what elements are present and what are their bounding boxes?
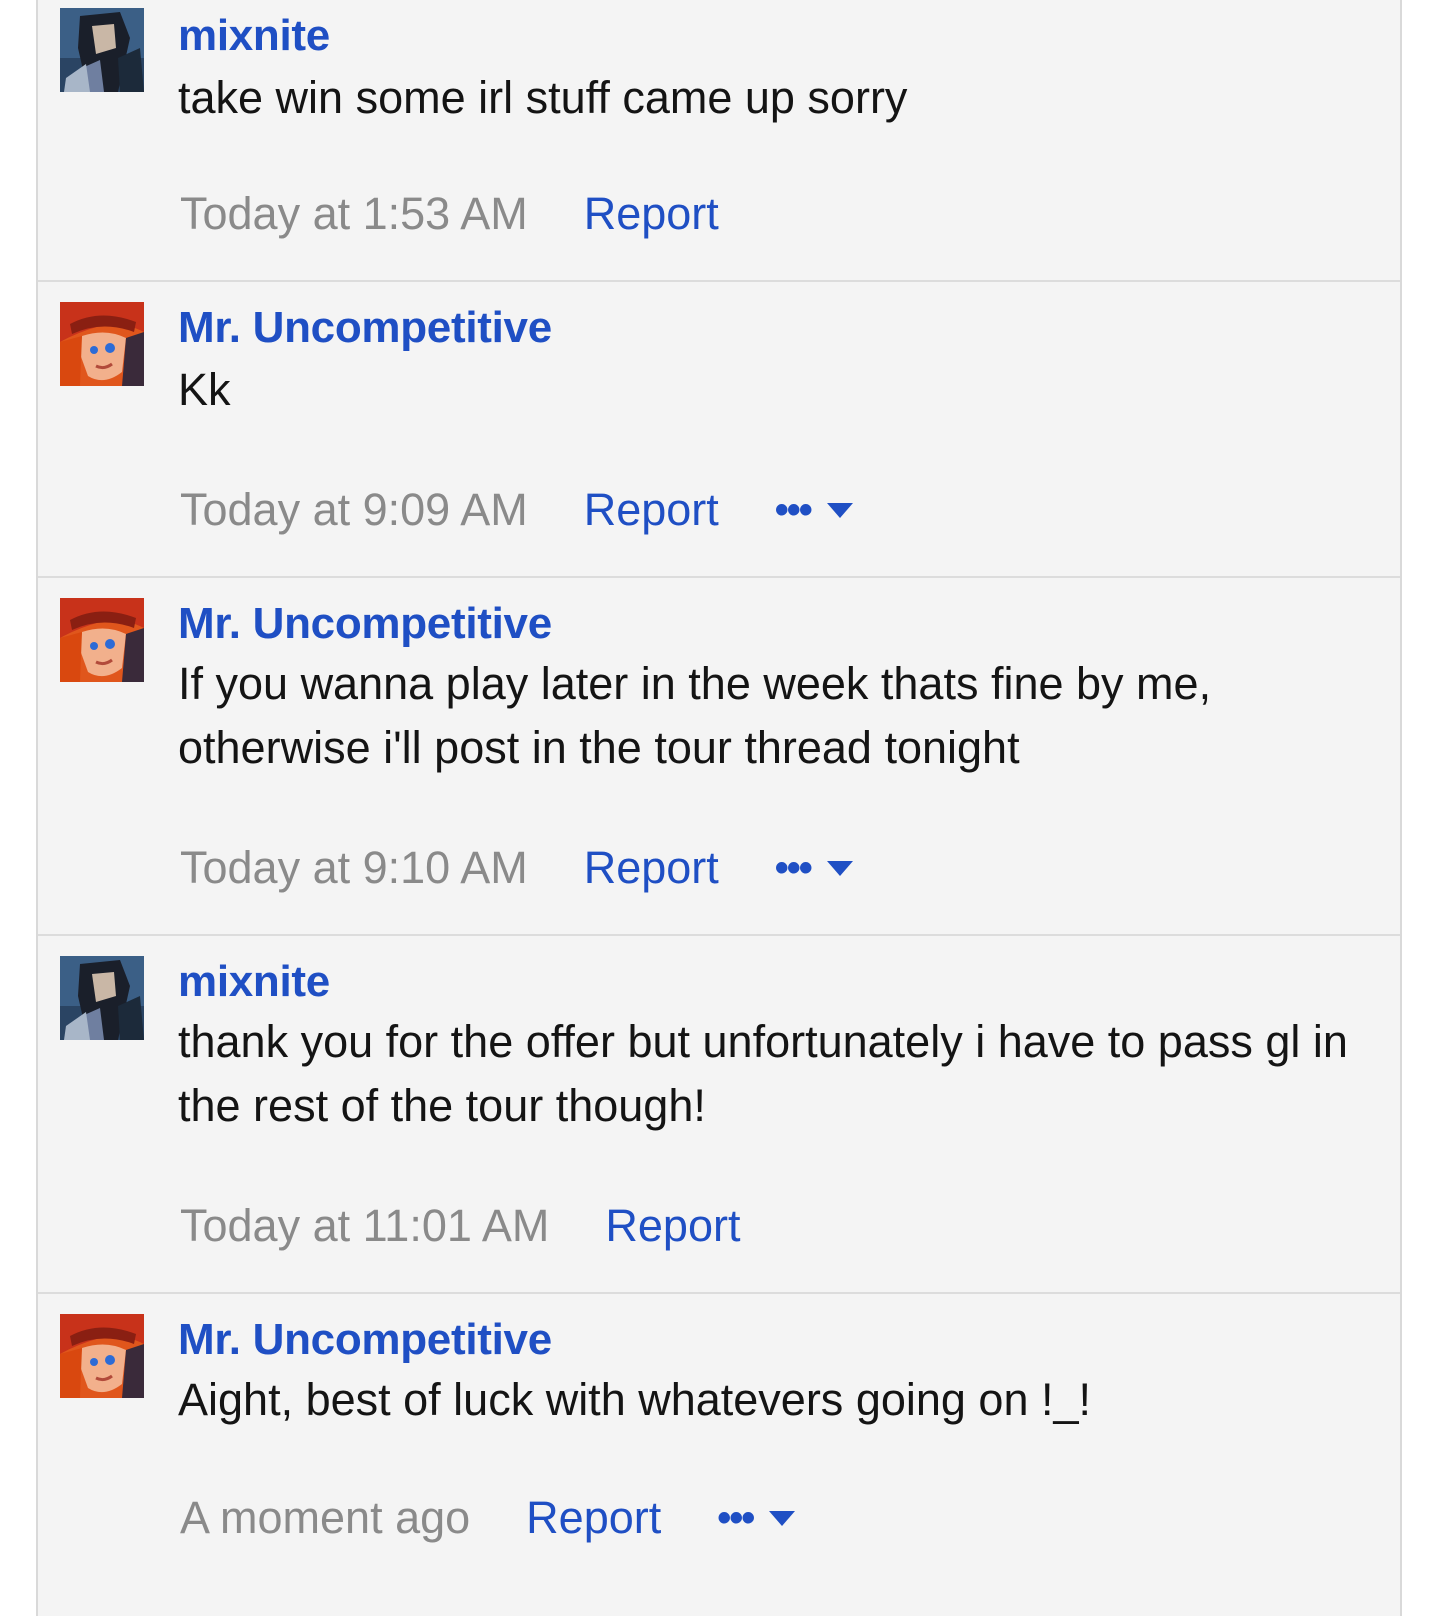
message-item: mixnite thank you for the offer but unfo… [38, 936, 1400, 1294]
more-actions-button[interactable]: ••• [775, 848, 853, 888]
author-link[interactable]: mixnite [178, 10, 330, 62]
message-meta: Today at 11:01 AM Report [180, 1198, 740, 1254]
chevron-down-icon [826, 860, 853, 876]
timestamp[interactable]: Today at 11:01 AM [180, 1198, 549, 1254]
message-meta: Today at 1:53 AM Report [180, 186, 719, 242]
chevron-down-icon [769, 1510, 796, 1526]
report-link[interactable]: Report [605, 1198, 740, 1254]
mr-uncompetitive-avatar-icon[interactable] [60, 1314, 144, 1398]
message-item: mixnite take win some irl stuff came up … [38, 0, 1400, 282]
timestamp[interactable]: Today at 9:10 AM [180, 840, 528, 896]
message-item: Mr. Uncompetitive Kk Today at 9:09 AM Re… [38, 282, 1400, 578]
message-item: Mr. Uncompetitive Aight, best of luck wi… [38, 1294, 1400, 1616]
report-link[interactable]: Report [584, 482, 719, 538]
author-link[interactable]: mixnite [178, 956, 330, 1008]
more-dots-icon: ••• [717, 1496, 755, 1540]
report-link[interactable]: Report [584, 186, 719, 242]
report-link[interactable]: Report [526, 1490, 661, 1546]
more-actions-button[interactable]: ••• [717, 1496, 796, 1540]
more-dots-icon: ••• [774, 488, 813, 532]
message-text: If you wanna play later in the week that… [178, 658, 1212, 773]
more-dots-icon: ••• [774, 846, 813, 890]
report-link[interactable]: Report [584, 840, 719, 896]
mixnite-avatar-icon[interactable] [60, 8, 144, 92]
message-text: thank you for the offer but unfortunatel… [178, 1016, 1348, 1131]
author-link[interactable]: Mr. Uncompetitive [178, 1314, 552, 1366]
chevron-down-icon [826, 502, 853, 518]
more-actions-button[interactable]: ••• [775, 490, 853, 530]
timestamp[interactable]: Today at 9:09 AM [180, 482, 528, 538]
timestamp[interactable]: Today at 1:53 AM [180, 186, 528, 242]
message-item: Mr. Uncompetitive If you wanna play late… [38, 578, 1400, 936]
timestamp[interactable]: A moment ago [180, 1490, 470, 1546]
mr-uncompetitive-avatar-icon[interactable] [60, 598, 144, 682]
message-text: Aight, best of luck with whatevers going… [178, 1374, 1092, 1425]
message-text: take win some irl stuff came up sorry [178, 72, 908, 123]
author-link[interactable]: Mr. Uncompetitive [178, 302, 552, 354]
author-link[interactable]: Mr. Uncompetitive [178, 598, 552, 650]
message-meta: A moment ago Report ••• [180, 1490, 796, 1546]
mr-uncompetitive-avatar-icon[interactable] [60, 302, 144, 386]
message-text: Kk [178, 364, 231, 415]
conversation-thread: mixnite take win some irl stuff came up … [36, 0, 1402, 1616]
message-meta: Today at 9:09 AM Report ••• [180, 482, 853, 538]
mixnite-avatar-icon[interactable] [60, 956, 144, 1040]
message-meta: Today at 9:10 AM Report ••• [180, 840, 853, 896]
